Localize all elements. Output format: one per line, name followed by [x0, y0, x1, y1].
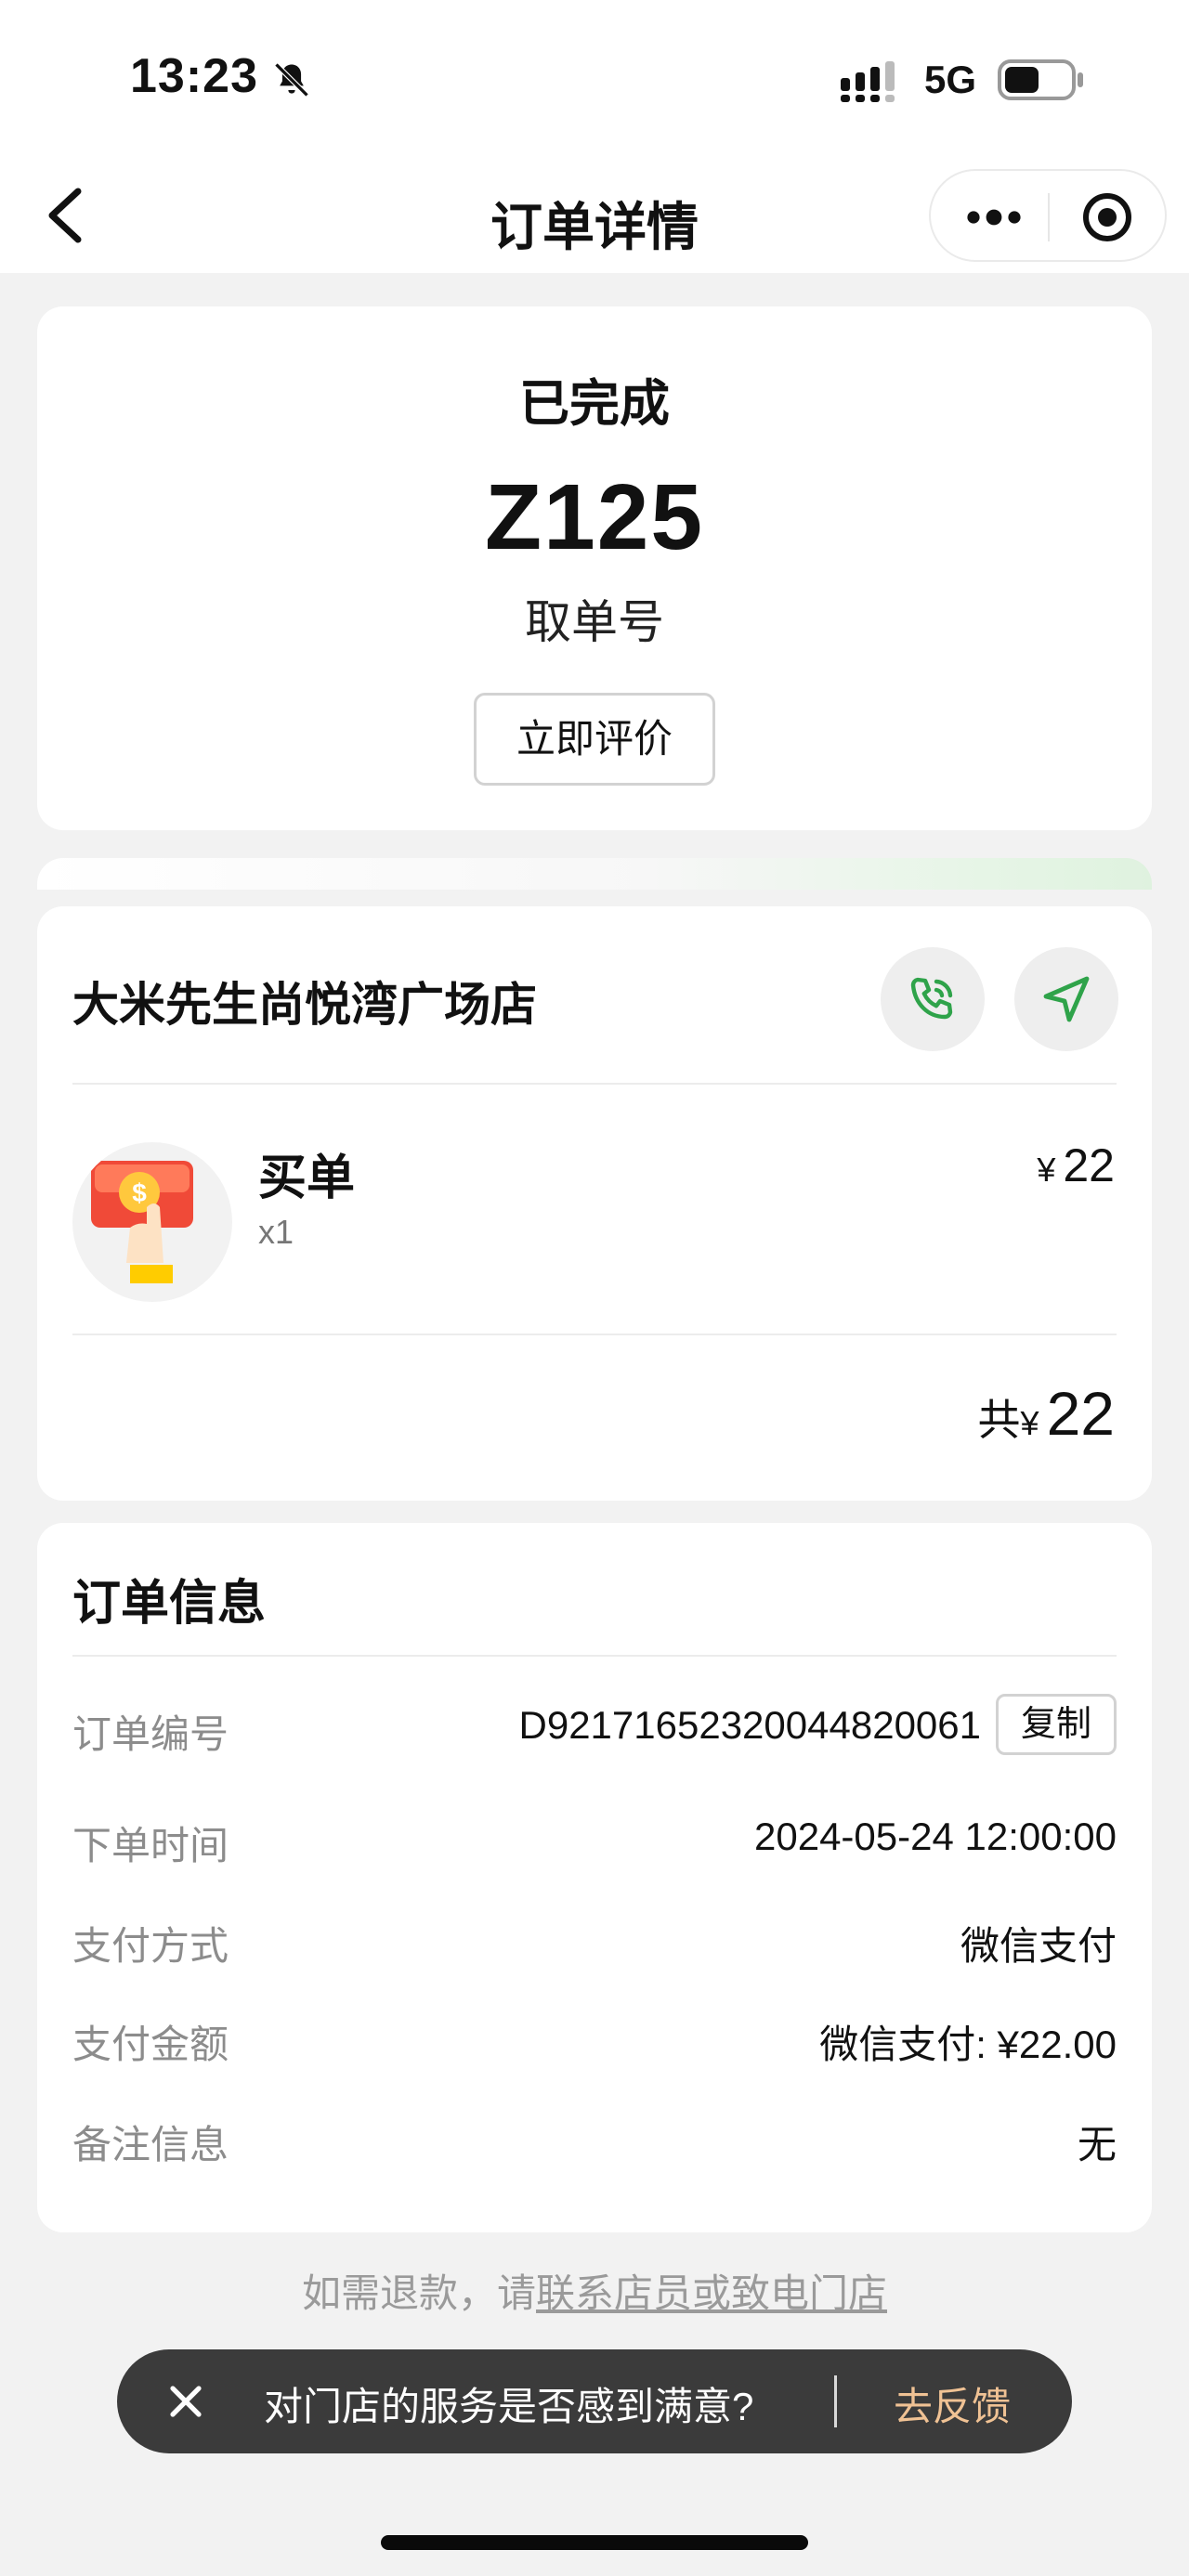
row-value: 无: [1077, 2123, 1117, 2166]
currency-symbol: ¥: [1037, 1151, 1056, 1189]
order-number-value: D92171652320044820061: [518, 1703, 982, 1747]
total-amount: 22: [1046, 1379, 1115, 1448]
row-value: 微信支付: ¥22.00: [819, 2023, 1117, 2066]
toast-divider: [834, 2375, 837, 2427]
copy-button[interactable]: 复制: [996, 1694, 1117, 1755]
svg-text:$: $: [132, 1178, 147, 1207]
status-time: 13:23: [130, 49, 258, 103]
row-value: 微信支付: [960, 1924, 1117, 1968]
refund-note: 如需退款，请联系店员或致电门店: [0, 2262, 1189, 2319]
store-order-card: 大米先生尚悦湾广场店 $ 买单 x1 ¥22 共¥ 22: [37, 906, 1152, 1501]
order-time-row: 下单时间 2024-05-24 12:00:00: [72, 1805, 1117, 1870]
row-value: 2024-05-24 12:00:00: [754, 1815, 1117, 1858]
pickup-number-label: 取单号: [525, 596, 664, 648]
call-store-button[interactable]: [881, 947, 985, 1051]
network-type: 5G: [924, 58, 977, 101]
navigation-arrow-icon: [1043, 976, 1090, 1022]
store-name: 大米先生尚悦湾广场店: [72, 979, 537, 1031]
home-indicator[interactable]: [381, 2535, 808, 2550]
pay-bill-illustration-icon: $: [91, 1161, 193, 1283]
row-label: 支付金额: [72, 2023, 229, 2066]
pickup-number: Z125: [485, 465, 704, 569]
order-info-title: 订单信息: [72, 1577, 267, 1631]
item-price: ¥22: [1037, 1138, 1115, 1192]
total-prefix: 共: [977, 1396, 1021, 1444]
remarks-row: 备注信息 无: [72, 2104, 1117, 2169]
order-status-card: 已完成 Z125 取单号 立即评价: [37, 306, 1152, 830]
signal-icon: [841, 61, 895, 102]
close-icon[interactable]: [165, 2381, 206, 2422]
order-status-text: 已完成: [519, 376, 670, 432]
phone-icon: [910, 977, 953, 1020]
item-name: 买单: [258, 1151, 356, 1205]
refund-note-text: 如需退款，请: [301, 2271, 536, 2315]
row-label: 订单编号: [72, 1712, 229, 1756]
contact-store-link[interactable]: 联系店员或致电门店: [536, 2271, 887, 2315]
order-number-row: 订单编号 D92171652320044820061 复制: [72, 1694, 1117, 1759]
capsule-divider: [1048, 193, 1050, 241]
payment-amount-row: 支付金额 微信支付: ¥22.00: [72, 2004, 1117, 2069]
feedback-message: 对门店的服务是否感到满意?: [264, 2385, 754, 2428]
currency-symbol: ¥: [1020, 1404, 1039, 1442]
order-total: 共¥ 22: [978, 1378, 1115, 1449]
navigate-store-button[interactable]: [1014, 947, 1118, 1051]
payment-method-row: 支付方式 微信支付: [72, 1906, 1117, 1971]
item-quantity: x1: [258, 1213, 294, 1251]
battery-icon: [998, 59, 1083, 100]
status-bar: 13:23 5G: [0, 0, 1189, 158]
feedback-button[interactable]: 去反馈: [894, 2375, 1011, 2432]
navigation-bar: 订单详情: [0, 158, 1189, 273]
item-image: $: [72, 1142, 232, 1302]
divider: [72, 1334, 1117, 1335]
feedback-toast: 对门店的服务是否感到满意? 去反馈: [117, 2349, 1072, 2453]
bell-muted-icon: [274, 62, 309, 98]
decorative-banner-strip: [37, 858, 1152, 890]
mini-program-capsule: [929, 169, 1167, 262]
row-label: 备注信息: [72, 2123, 229, 2166]
row-label: 下单时间: [72, 1824, 229, 1867]
item-price-value: 22: [1063, 1139, 1115, 1191]
more-dots-icon[interactable]: [964, 199, 1024, 236]
row-label: 支付方式: [72, 1924, 229, 1968]
close-target-icon[interactable]: [1081, 191, 1133, 243]
divider: [72, 1083, 1117, 1085]
divider: [72, 1655, 1117, 1657]
order-info-card: 订单信息 订单编号 D92171652320044820061 复制 下单时间 …: [37, 1523, 1152, 2232]
review-button[interactable]: 立即评价: [474, 693, 715, 786]
